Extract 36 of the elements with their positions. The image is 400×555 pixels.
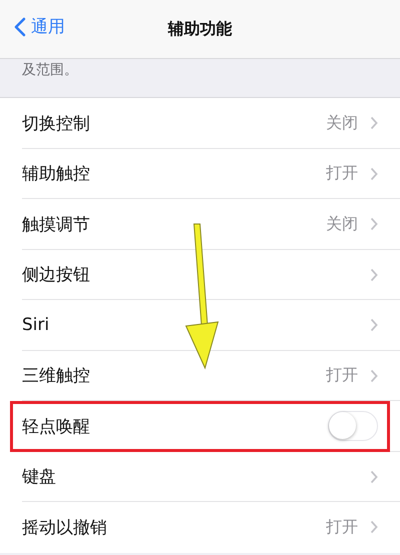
row-label: 三维触控 (22, 365, 90, 388)
settings-row[interactable]: 摇动以撤销 打开 (0, 502, 400, 552)
chevron-right-icon (370, 520, 378, 534)
settings-row[interactable]: 辅助触控 打开 (0, 148, 400, 199)
settings-row[interactable]: Siri (0, 300, 400, 350)
row-label: 切换控制 (22, 112, 90, 135)
settings-row[interactable]: 三维触控 打开 (0, 350, 400, 401)
settings-row[interactable]: 轻点唤醒 (0, 401, 400, 452)
row-label: 摇动以撤销 (22, 516, 107, 539)
chevron-right-icon (370, 470, 378, 484)
row-value: 打开 (326, 365, 358, 386)
section-note: 及范围。 (22, 61, 78, 79)
chevron-right-icon (370, 268, 378, 282)
row-value: 打开 (326, 516, 358, 538)
row-label: 触摸调节 (22, 214, 90, 236)
screen-title: 辅助功能 (168, 18, 232, 40)
settings-row[interactable]: 触摸调节 关闭 (0, 199, 400, 250)
chevron-right-icon (370, 217, 378, 232)
chevron-right-icon (370, 318, 378, 332)
row-label: Siri (22, 315, 50, 336)
back-button[interactable]: 通用 (14, 15, 65, 38)
chevron-right-icon (370, 116, 378, 130)
chevron-right-icon (370, 166, 378, 181)
row-label: 轻点唤醒 (22, 416, 90, 438)
settings-row[interactable]: 侧边按钮 (0, 250, 400, 300)
row-value: 关闭 (326, 214, 358, 235)
chevron-right-icon (370, 368, 378, 383)
back-chevron-icon (14, 16, 26, 36)
row-label: 键盘 (22, 466, 56, 488)
row-label: 侧边按钮 (22, 264, 90, 286)
settings-row[interactable]: 键盘 (0, 452, 400, 502)
row-label: 辅助触控 (22, 163, 90, 186)
row-value: 关闭 (326, 112, 358, 134)
settings-row[interactable]: 切换控制 关闭 (0, 98, 400, 148)
toggle-switch[interactable] (328, 411, 378, 442)
row-value: 打开 (326, 163, 358, 184)
